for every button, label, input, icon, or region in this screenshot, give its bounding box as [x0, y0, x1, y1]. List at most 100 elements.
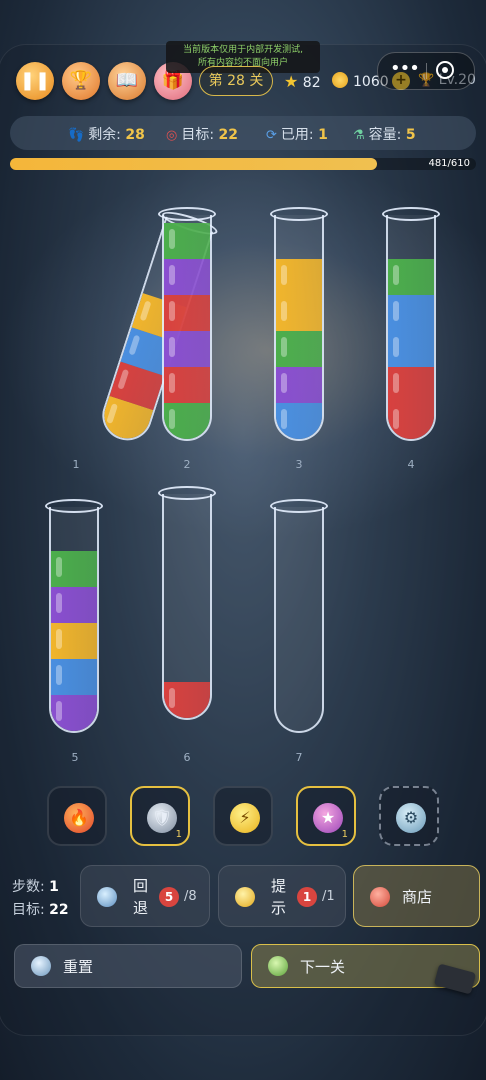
target-moves: ◎ 目标: 22 — [166, 124, 238, 144]
tube-label: 2 — [183, 458, 191, 471]
coin-icon — [332, 72, 348, 88]
book-button[interactable]: 📖 — [108, 62, 146, 100]
hint-count-badge: 1 — [297, 887, 317, 907]
undo-button[interactable]: 回 退 5 /8 — [80, 865, 210, 927]
target-label: 目标: — [181, 127, 215, 143]
liquid-layer-blue — [51, 659, 97, 695]
goal-display: 目标: 22 — [12, 899, 69, 919]
tube-body — [386, 215, 436, 441]
steps-display: 步数: 1 — [12, 876, 59, 896]
undo-label-1: 回 — [133, 877, 149, 895]
achievement-button[interactable]: 🏆 — [62, 62, 100, 100]
remaining-label: 剩余: — [88, 127, 121, 143]
play-icon — [268, 956, 288, 976]
tube-rim — [270, 499, 328, 513]
tube-body — [274, 507, 324, 733]
book-icon: 📖 — [115, 70, 139, 91]
undo-count-badge: 5 — [159, 887, 179, 907]
shield-icon: 🛡 — [147, 803, 177, 833]
tube-rim — [158, 486, 216, 500]
shield-powerup[interactable]: 🛡 1 — [130, 786, 190, 846]
liquid-layer-green — [164, 403, 210, 439]
star-icon: ★ — [284, 72, 299, 91]
tube-4[interactable] — [382, 207, 440, 443]
lightning-icon: ⚡ — [230, 803, 260, 833]
pause-icon: ❚❚ — [19, 70, 51, 91]
progress-text: 481/610 — [428, 158, 470, 169]
tube-body — [49, 507, 99, 733]
fire-icon: 🔥 — [64, 803, 94, 833]
shop-button[interactable]: 商店 — [353, 865, 480, 927]
tube-body — [274, 215, 324, 441]
liquid-layer-green — [164, 223, 210, 259]
target-value: 22 — [218, 127, 238, 143]
info-bar: 👣 剩余: 28 ◎ 目标: 22 ⟳ 已用: 1 ⚗ 容量: 5 — [10, 116, 476, 150]
hint-button[interactable]: 提 示 1 /1 — [218, 865, 346, 927]
used-value: 1 — [318, 127, 328, 143]
more-menu-icon[interactable]: ••• — [390, 60, 420, 79]
tube-label: 6 — [183, 751, 191, 764]
liquid-layer-purple — [164, 259, 210, 295]
liquid-layer-yellow — [51, 623, 97, 659]
level-progress-bar: 481/610 — [10, 158, 476, 170]
steps-label: 步数: — [12, 879, 45, 895]
star-powerup[interactable]: ★ 1 — [296, 786, 356, 846]
tube-rim — [45, 499, 103, 513]
liquid-layer-red — [388, 403, 434, 439]
pause-button[interactable]: ❚❚ — [16, 62, 54, 100]
tube-rim — [270, 207, 328, 221]
reset-button[interactable]: 重置 — [14, 944, 242, 988]
tube-2[interactable] — [158, 207, 216, 443]
footprint-icon: 👣 — [68, 128, 85, 143]
remaining-moves: 👣 剩余: 28 — [68, 124, 145, 144]
used-moves: ⟳ 已用: 1 — [266, 124, 328, 144]
tube-rim — [382, 207, 440, 221]
mini-program-capsule: ••• — [377, 52, 475, 90]
reset-icon — [31, 956, 51, 976]
trophy-icon: 🏆 — [69, 70, 93, 91]
liquid-layer-purple — [51, 695, 97, 731]
liquid-layer-green — [51, 551, 97, 587]
liquid-layer-red — [388, 367, 434, 403]
fire-powerup[interactable]: 🔥 — [47, 786, 107, 846]
used-label: 已用: — [280, 127, 314, 143]
liquid-layer-blue — [276, 403, 322, 439]
tube-body — [162, 215, 212, 441]
tube-3[interactable] — [270, 207, 328, 443]
level-indicator: 第 28 关 — [199, 66, 273, 96]
tube-capacity: ⚗ 容量: 5 — [353, 124, 416, 144]
capacity-label: 容量: — [368, 127, 402, 143]
test-tube-icon: ⚗ — [353, 128, 365, 143]
stars-counter: ★ 82 — [284, 72, 321, 91]
lightbulb-icon — [235, 887, 255, 907]
gift-icon: 🎁 — [161, 70, 185, 91]
tube-5[interactable] — [45, 499, 103, 735]
tube-7[interactable] — [270, 499, 328, 735]
liquid-layer-green — [388, 259, 434, 295]
liquid-layer-blue — [388, 331, 434, 367]
shield-count: 1 — [175, 829, 182, 840]
star-count: 1 — [341, 829, 348, 840]
liquid-layer-purple — [164, 331, 210, 367]
goal-label: 目标: — [12, 902, 45, 918]
hint-label-2: 示 — [271, 899, 287, 917]
undo-icon — [97, 887, 117, 907]
lightning-powerup[interactable]: ⚡ — [213, 786, 273, 846]
shop-icon — [370, 887, 390, 907]
settings-powerup[interactable]: ⚙ — [379, 786, 439, 846]
next-level-label: 下一关 — [300, 958, 346, 976]
progress-fill — [10, 158, 378, 170]
liquid-layer-yellow — [276, 295, 322, 331]
shop-label: 商店 — [402, 888, 433, 906]
target-icon: ◎ — [166, 128, 178, 143]
remaining-value: 28 — [125, 127, 145, 143]
capacity-value: 5 — [405, 127, 416, 143]
steps-value: 1 — [49, 879, 59, 895]
tube-6[interactable] — [158, 486, 216, 722]
liquid-layer-blue — [388, 295, 434, 331]
refresh-icon: ⟳ — [266, 128, 277, 143]
liquid-layer-purple — [276, 367, 322, 403]
tube-label: 7 — [295, 751, 303, 764]
close-target-icon[interactable] — [436, 61, 454, 79]
tube-label: 4 — [407, 458, 415, 471]
